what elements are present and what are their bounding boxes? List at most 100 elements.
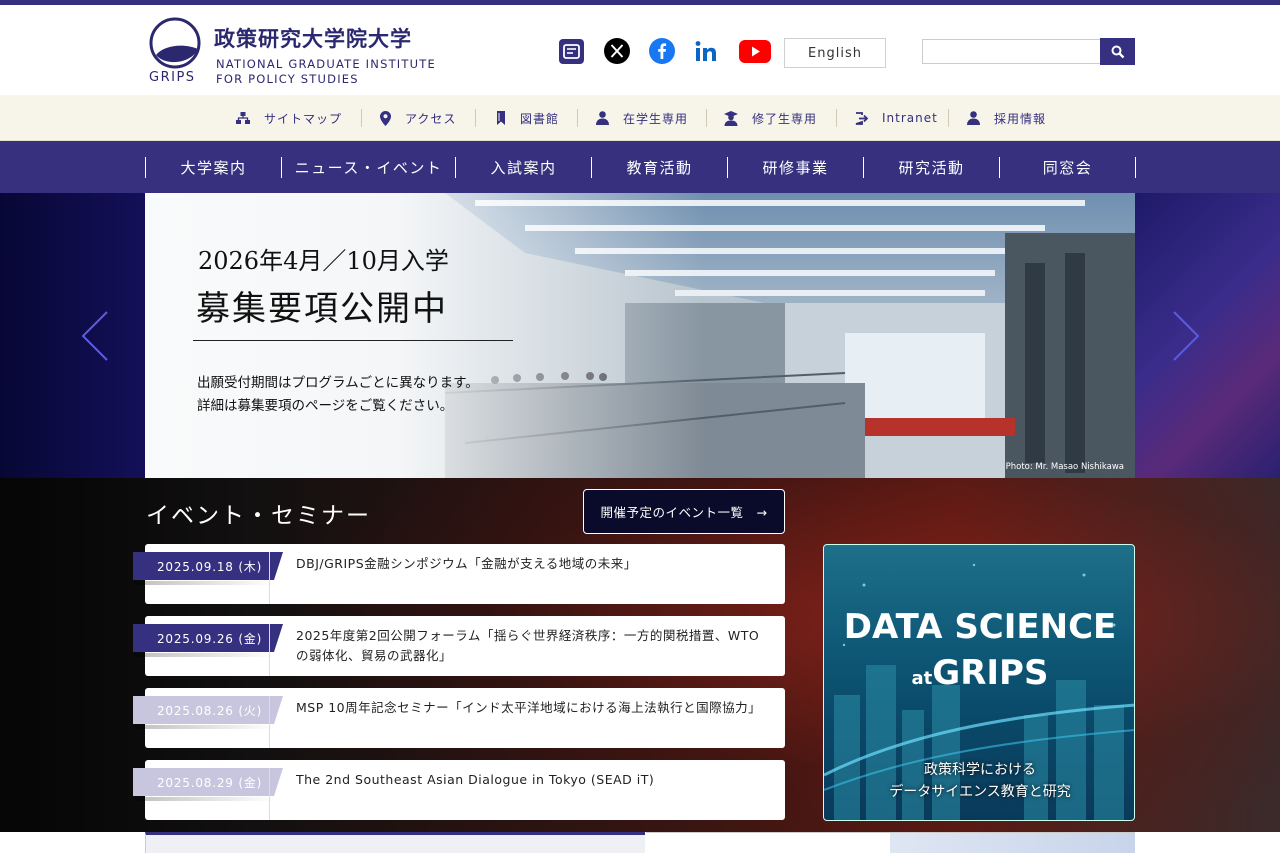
utility-careers[interactable]: 採用情報 <box>967 95 1046 141</box>
grips-logo-mark-icon <box>149 17 201 69</box>
banner-at-text: at <box>911 668 933 689</box>
english-site-button[interactable]: English <box>784 38 886 68</box>
hero-description-line2: 詳細は募集要項のページをご覧ください。 <box>197 398 454 414</box>
utility-careers-label: 採用情報 <box>994 111 1047 126</box>
hero-divider <box>193 340 513 341</box>
utility-intranet[interactable]: Intranet <box>855 95 938 141</box>
logo-japanese-name: 政策研究大学院大学 <box>214 26 412 51</box>
hero-description-line1: 出願受付期間はプログラムごとに異なります。 <box>197 375 479 391</box>
event-date: 2025.09.26 (金) <box>133 624 283 652</box>
nav-education[interactable]: 教育活動 <box>592 141 727 193</box>
utility-separator <box>475 109 476 127</box>
hero-photo-credit: Photo: Mr. Masao Nishikawa <box>1005 462 1124 472</box>
utility-library-label: 図書館 <box>520 111 560 126</box>
newsletter-icon[interactable] <box>558 38 584 64</box>
nav-admissions[interactable]: 入試案内 <box>456 141 591 193</box>
banner-grips-text: GRIPS <box>932 653 1049 693</box>
utility-intranet-label: Intranet <box>882 111 938 125</box>
utility-alumni-label: 修了生専用 <box>752 111 818 126</box>
nav-alumni[interactable]: 同窓会 <box>1000 141 1135 193</box>
events-title: イベント・セミナー <box>146 503 371 529</box>
event-title: The 2nd Southeast Asian Dialogue in Toky… <box>296 772 655 787</box>
chevron-right-icon <box>1173 311 1200 361</box>
nav-news-events[interactable]: ニュース・イベント <box>282 141 455 193</box>
banner-title-line1: DATA SCIENCE <box>843 607 1117 647</box>
main-navigation: 大学案内 ニュース・イベント 入試案内 教育活動 研修事業 研究活動 同窓会 <box>0 141 1280 193</box>
carousel-next-button[interactable] <box>1171 310 1201 362</box>
chevron-left-icon <box>81 311 108 361</box>
hero-prev-slide-peek <box>0 193 145 478</box>
utility-separator <box>836 109 837 127</box>
event-title: MSP 10周年記念セミナー「インド太平洋地域における海上法執行と国際協力」 <box>296 700 762 715</box>
utility-access-label: アクセス <box>405 111 457 126</box>
hero-next-slide-peek <box>1135 193 1280 478</box>
event-date-shadow <box>133 581 275 585</box>
event-divider <box>269 696 270 748</box>
nav-research[interactable]: 研究活動 <box>864 141 999 193</box>
hero-text-overlay <box>145 193 705 478</box>
utility-bar: サイトマップ アクセス 図書館 在学生専用 修了生専用 Intranet 採用情… <box>0 95 1280 141</box>
utility-students-label: 在学生専用 <box>623 111 689 126</box>
nav-training[interactable]: 研修事業 <box>728 141 863 193</box>
event-divider <box>269 768 270 820</box>
search-input[interactable] <box>922 39 1102 64</box>
banner-title-line2: atGRIPS <box>824 653 1134 693</box>
facebook-icon[interactable] <box>648 38 675 64</box>
event-title: 2025年度第2回公開フォーラム「揺らぐ世界経済秩序：一方的関税措置、WTOの弱… <box>296 628 760 663</box>
utility-sitemap[interactable]: サイトマップ <box>236 95 342 141</box>
hero-slide[interactable]: 2026年4月／10月入学 募集要項公開中 出願受付期間はプログラムごとに異なり… <box>145 193 1135 478</box>
utility-students[interactable]: 在学生専用 <box>596 95 688 141</box>
map-pin-icon <box>380 110 391 126</box>
banner-subtitle-line2: データサイエンス教育と研究 <box>889 784 1071 800</box>
next-section-peek <box>0 832 1280 853</box>
linkedin-icon[interactable] <box>693 38 719 64</box>
next-section-panel-3 <box>890 832 1135 853</box>
utility-separator <box>361 109 362 127</box>
utility-sitemap-label: サイトマップ <box>264 111 343 126</box>
search-icon <box>1111 45 1124 58</box>
site-header: GRIPS 政策研究大学院大学 NATIONAL GRADUATE INSTIT… <box>0 5 1280 95</box>
event-date-shadow <box>133 653 275 657</box>
nav-about[interactable]: 大学案内 <box>146 141 281 193</box>
event-item[interactable]: 2025.08.26 (火) MSP 10周年記念セミナー「インド太平洋地域にお… <box>133 688 785 748</box>
youtube-icon[interactable] <box>738 38 771 64</box>
event-date: 2025.08.26 (火) <box>133 696 283 724</box>
hero-intake-text: 2026年4月／10月入学 <box>198 247 449 275</box>
hero-carousel: 2026年4月／10月入学 募集要項公開中 出願受付期間はプログラムごとに異なり… <box>0 193 1280 478</box>
carousel-prev-button[interactable] <box>80 310 110 362</box>
utility-library[interactable]: 図書館 <box>496 95 559 141</box>
event-item[interactable]: 2025.08.29 (金) The 2nd Southeast Asian D… <box>133 760 785 820</box>
utility-separator <box>706 109 707 127</box>
utility-access[interactable]: アクセス <box>380 95 456 141</box>
logo-english-name-line2: FOR POLICY STUDIES <box>216 72 359 86</box>
utility-alumni[interactable]: 修了生専用 <box>724 95 817 141</box>
next-section-panel-1 <box>145 832 645 853</box>
nav-separator <box>1135 157 1136 178</box>
graduate-icon <box>724 110 738 126</box>
banner-subtitle-line1: 政策科学における <box>924 762 1036 778</box>
event-date-shadow <box>133 725 275 729</box>
search-button[interactable] <box>1100 38 1135 65</box>
data-science-banner[interactable]: DATA SCIENCE atGRIPS 政策科学における データサイエンス教育… <box>823 544 1135 821</box>
events-section: イベント・セミナー 開催予定のイベント一覧 → 2025.09.18 (木) D… <box>0 478 1280 832</box>
logo-english-name-line1: NATIONAL GRADUATE INSTITUTE <box>216 57 436 71</box>
bookmark-icon <box>497 111 505 125</box>
utility-separator <box>577 109 578 127</box>
site-logo[interactable]: GRIPS 政策研究大学院大学 NATIONAL GRADUATE INSTIT… <box>146 15 436 87</box>
event-date-shadow <box>133 797 275 801</box>
event-title: DBJ/GRIPS金融シンポジウム「金融が支える地域の未来」 <box>296 556 637 571</box>
event-date: 2025.09.18 (木) <box>133 552 283 580</box>
person-icon <box>967 111 980 125</box>
utility-separator <box>948 109 949 127</box>
event-item[interactable]: 2025.09.26 (金) 2025年度第2回公開フォーラム「揺らぐ世界経済秩… <box>133 616 785 676</box>
sitemap-icon <box>236 111 250 124</box>
upcoming-events-button[interactable]: 開催予定のイベント一覧 → <box>583 489 785 534</box>
next-section-panel-2 <box>646 832 890 853</box>
logo-grips-text: GRIPS <box>149 70 196 85</box>
student-icon <box>596 111 609 125</box>
event-divider <box>269 552 270 604</box>
x-icon[interactable] <box>603 38 630 64</box>
event-date: 2025.08.29 (金) <box>133 768 283 796</box>
login-icon <box>855 111 868 125</box>
event-item[interactable]: 2025.09.18 (木) DBJ/GRIPS金融シンポジウム「金融が支える地… <box>133 544 785 604</box>
